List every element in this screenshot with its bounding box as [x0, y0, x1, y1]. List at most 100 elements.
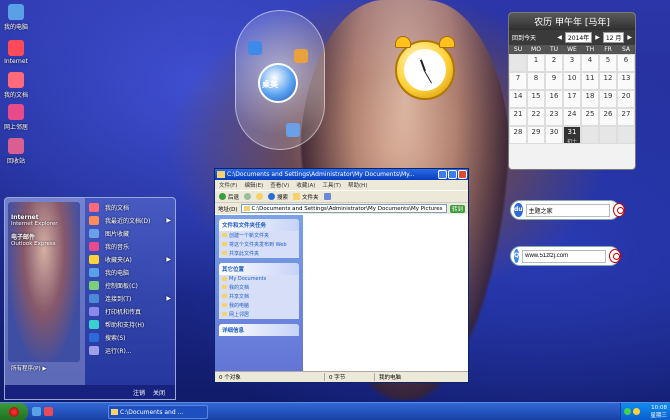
- desktop-icon-internet[interactable]: Internet: [4, 40, 28, 65]
- start-menu-item[interactable]: 打印机和传真: [87, 305, 175, 318]
- calendar-day[interactable]: 2: [545, 54, 563, 72]
- logoff-button[interactable]: 注销: [133, 388, 145, 397]
- calendar-day[interactable]: 14: [509, 90, 527, 108]
- start-menu-item[interactable]: 收藏夹(A) ▶: [87, 253, 175, 266]
- calendar-day[interactable]: 5: [599, 54, 617, 72]
- calendar-day[interactable]: 17: [563, 90, 581, 108]
- explorer-title-bar[interactable]: C:\Documents and Settings\Administrator\…: [215, 169, 468, 180]
- calendar-day[interactable]: 18: [581, 90, 599, 108]
- menu-item[interactable]: 编辑(E): [244, 181, 263, 189]
- task-link[interactable]: 创建一个新文件夹: [219, 231, 299, 240]
- back-button[interactable]: 后退: [219, 193, 239, 201]
- calendar-day[interactable]: 22: [527, 108, 545, 126]
- start-menu-item[interactable]: 连接到(T) ▶: [87, 292, 175, 305]
- calendar-day[interactable]: 24: [563, 108, 581, 126]
- start-button[interactable]: [0, 402, 28, 420]
- start-menu-item[interactable]: 搜索(S): [87, 331, 175, 344]
- pinned-email[interactable]: 电子邮件 Outlook Express: [11, 232, 56, 247]
- calendar-day[interactable]: 1: [527, 54, 545, 72]
- next-month-button[interactable]: ▶: [627, 34, 632, 41]
- baidu-search-input[interactable]: [525, 203, 610, 217]
- month-select[interactable]: 12 月: [602, 32, 625, 43]
- forward-button[interactable]: [244, 193, 252, 200]
- calendar-day-today[interactable]: 31 初十: [563, 126, 581, 145]
- calendar-day[interactable]: 7: [509, 72, 527, 90]
- pinned-internet[interactable]: Internet Internet Explorer: [11, 214, 58, 227]
- start-menu-item[interactable]: 我最近的文档(D) ▶: [87, 214, 175, 227]
- calendar-day[interactable]: 28: [509, 126, 527, 144]
- desktop-icon-my-computer[interactable]: 我的电脑: [4, 4, 28, 31]
- address-field[interactable]: C:\Documents and Settings\Administrator\…: [240, 204, 447, 213]
- start-menu-item[interactable]: 图片收藏: [87, 227, 175, 240]
- place-link[interactable]: 我的文档: [219, 283, 299, 292]
- paint-icon[interactable]: [294, 49, 308, 63]
- details-header[interactable]: 详细信息: [219, 324, 299, 336]
- calendar-day[interactable]: 30: [545, 126, 563, 144]
- ie-quicklaunch-icon[interactable]: [44, 407, 53, 416]
- start-menu-item[interactable]: 帮助和支持(H): [87, 318, 175, 331]
- maximize-button[interactable]: [448, 170, 457, 179]
- calendar-day[interactable]: 3: [563, 54, 581, 72]
- search-button[interactable]: 搜索: [268, 193, 288, 201]
- desktop-icon-recycle-bin[interactable]: 回收站: [4, 138, 28, 165]
- next-year-button[interactable]: ▶: [595, 34, 600, 41]
- baidu-search-button[interactable]: [612, 203, 625, 217]
- close-button[interactable]: [458, 170, 467, 179]
- place-link[interactable]: 我的电脑: [219, 301, 299, 310]
- file-list[interactable]: [303, 215, 468, 371]
- usb-icon[interactable]: [248, 41, 262, 55]
- folders-button[interactable]: 文件夹: [293, 193, 319, 201]
- start-menu-item[interactable]: 控制面板(C): [87, 279, 175, 292]
- calendar-day[interactable]: 12: [599, 72, 617, 90]
- place-link[interactable]: My Documents: [219, 275, 299, 283]
- desktop-icon-my-documents[interactable]: 我的文档: [4, 72, 28, 99]
- calendar-day[interactable]: 13: [617, 72, 635, 90]
- menu-item[interactable]: 文件(F): [219, 181, 237, 189]
- calendar-day[interactable]: 20: [617, 90, 635, 108]
- file-tasks-header[interactable]: 文件和文件夹任务: [219, 219, 299, 231]
- calendar-day[interactable]: 11: [581, 72, 599, 90]
- menu-item[interactable]: 查看(V): [270, 181, 289, 189]
- network-tray-icon[interactable]: [624, 407, 631, 415]
- start-menu-item[interactable]: 我的电脑: [87, 266, 175, 279]
- calendar-day[interactable]: 23: [545, 108, 563, 126]
- start-menu-item[interactable]: 运行(R)...: [87, 344, 175, 357]
- task-link[interactable]: 将这个文件夹发布到 Web: [219, 240, 299, 249]
- rocket-launcher[interactable]: 桌美: [235, 10, 325, 150]
- place-link[interactable]: 网上邻居: [219, 310, 299, 319]
- calendar-day[interactable]: 16: [545, 90, 563, 108]
- minimize-button[interactable]: [438, 170, 447, 179]
- calendar-day[interactable]: 25: [581, 108, 599, 126]
- desktop-icon-network[interactable]: 网上邻居: [4, 104, 28, 131]
- calendar-day[interactable]: 29: [527, 126, 545, 144]
- prev-year-button[interactable]: ◀: [557, 34, 562, 41]
- site-search-input[interactable]: [522, 249, 607, 263]
- calculator-icon[interactable]: [286, 123, 300, 137]
- calendar-day[interactable]: 19: [599, 90, 617, 108]
- start-menu-item[interactable]: 我的音乐: [87, 240, 175, 253]
- calendar-day[interactable]: 27: [617, 108, 635, 126]
- calendar-day[interactable]: 10: [563, 72, 581, 90]
- calendar-day[interactable]: 8: [527, 72, 545, 90]
- calendar-day[interactable]: 6: [617, 54, 635, 72]
- taskbar-explorer-item[interactable]: C:\Documents and ...: [108, 404, 208, 419]
- shutdown-button[interactable]: 关闭: [153, 388, 165, 397]
- other-places-header[interactable]: 其它位置: [219, 263, 299, 275]
- show-desktop-icon[interactable]: [32, 407, 41, 416]
- place-link[interactable]: 共享文档: [219, 292, 299, 301]
- calendar-day[interactable]: 15: [527, 90, 545, 108]
- site-search-button[interactable]: [609, 249, 622, 263]
- go-button[interactable]: 转到: [449, 204, 465, 213]
- calendar-day[interactable]: 21: [509, 108, 527, 126]
- menu-item[interactable]: 工具(T): [322, 181, 341, 189]
- menu-item[interactable]: 帮助(H): [348, 181, 367, 189]
- all-programs-button[interactable]: 所有程序(P) ▶: [11, 364, 47, 372]
- alarm-clock-gadget[interactable]: [395, 36, 455, 100]
- volume-tray-icon[interactable]: [633, 407, 640, 415]
- year-select[interactable]: 2014年: [564, 32, 593, 43]
- calendar-day[interactable]: 26: [599, 108, 617, 126]
- start-menu-item[interactable]: 我的文档: [87, 201, 175, 214]
- views-button[interactable]: [323, 193, 331, 200]
- task-link[interactable]: 共享此文件夹: [219, 249, 299, 258]
- up-button[interactable]: [256, 193, 264, 200]
